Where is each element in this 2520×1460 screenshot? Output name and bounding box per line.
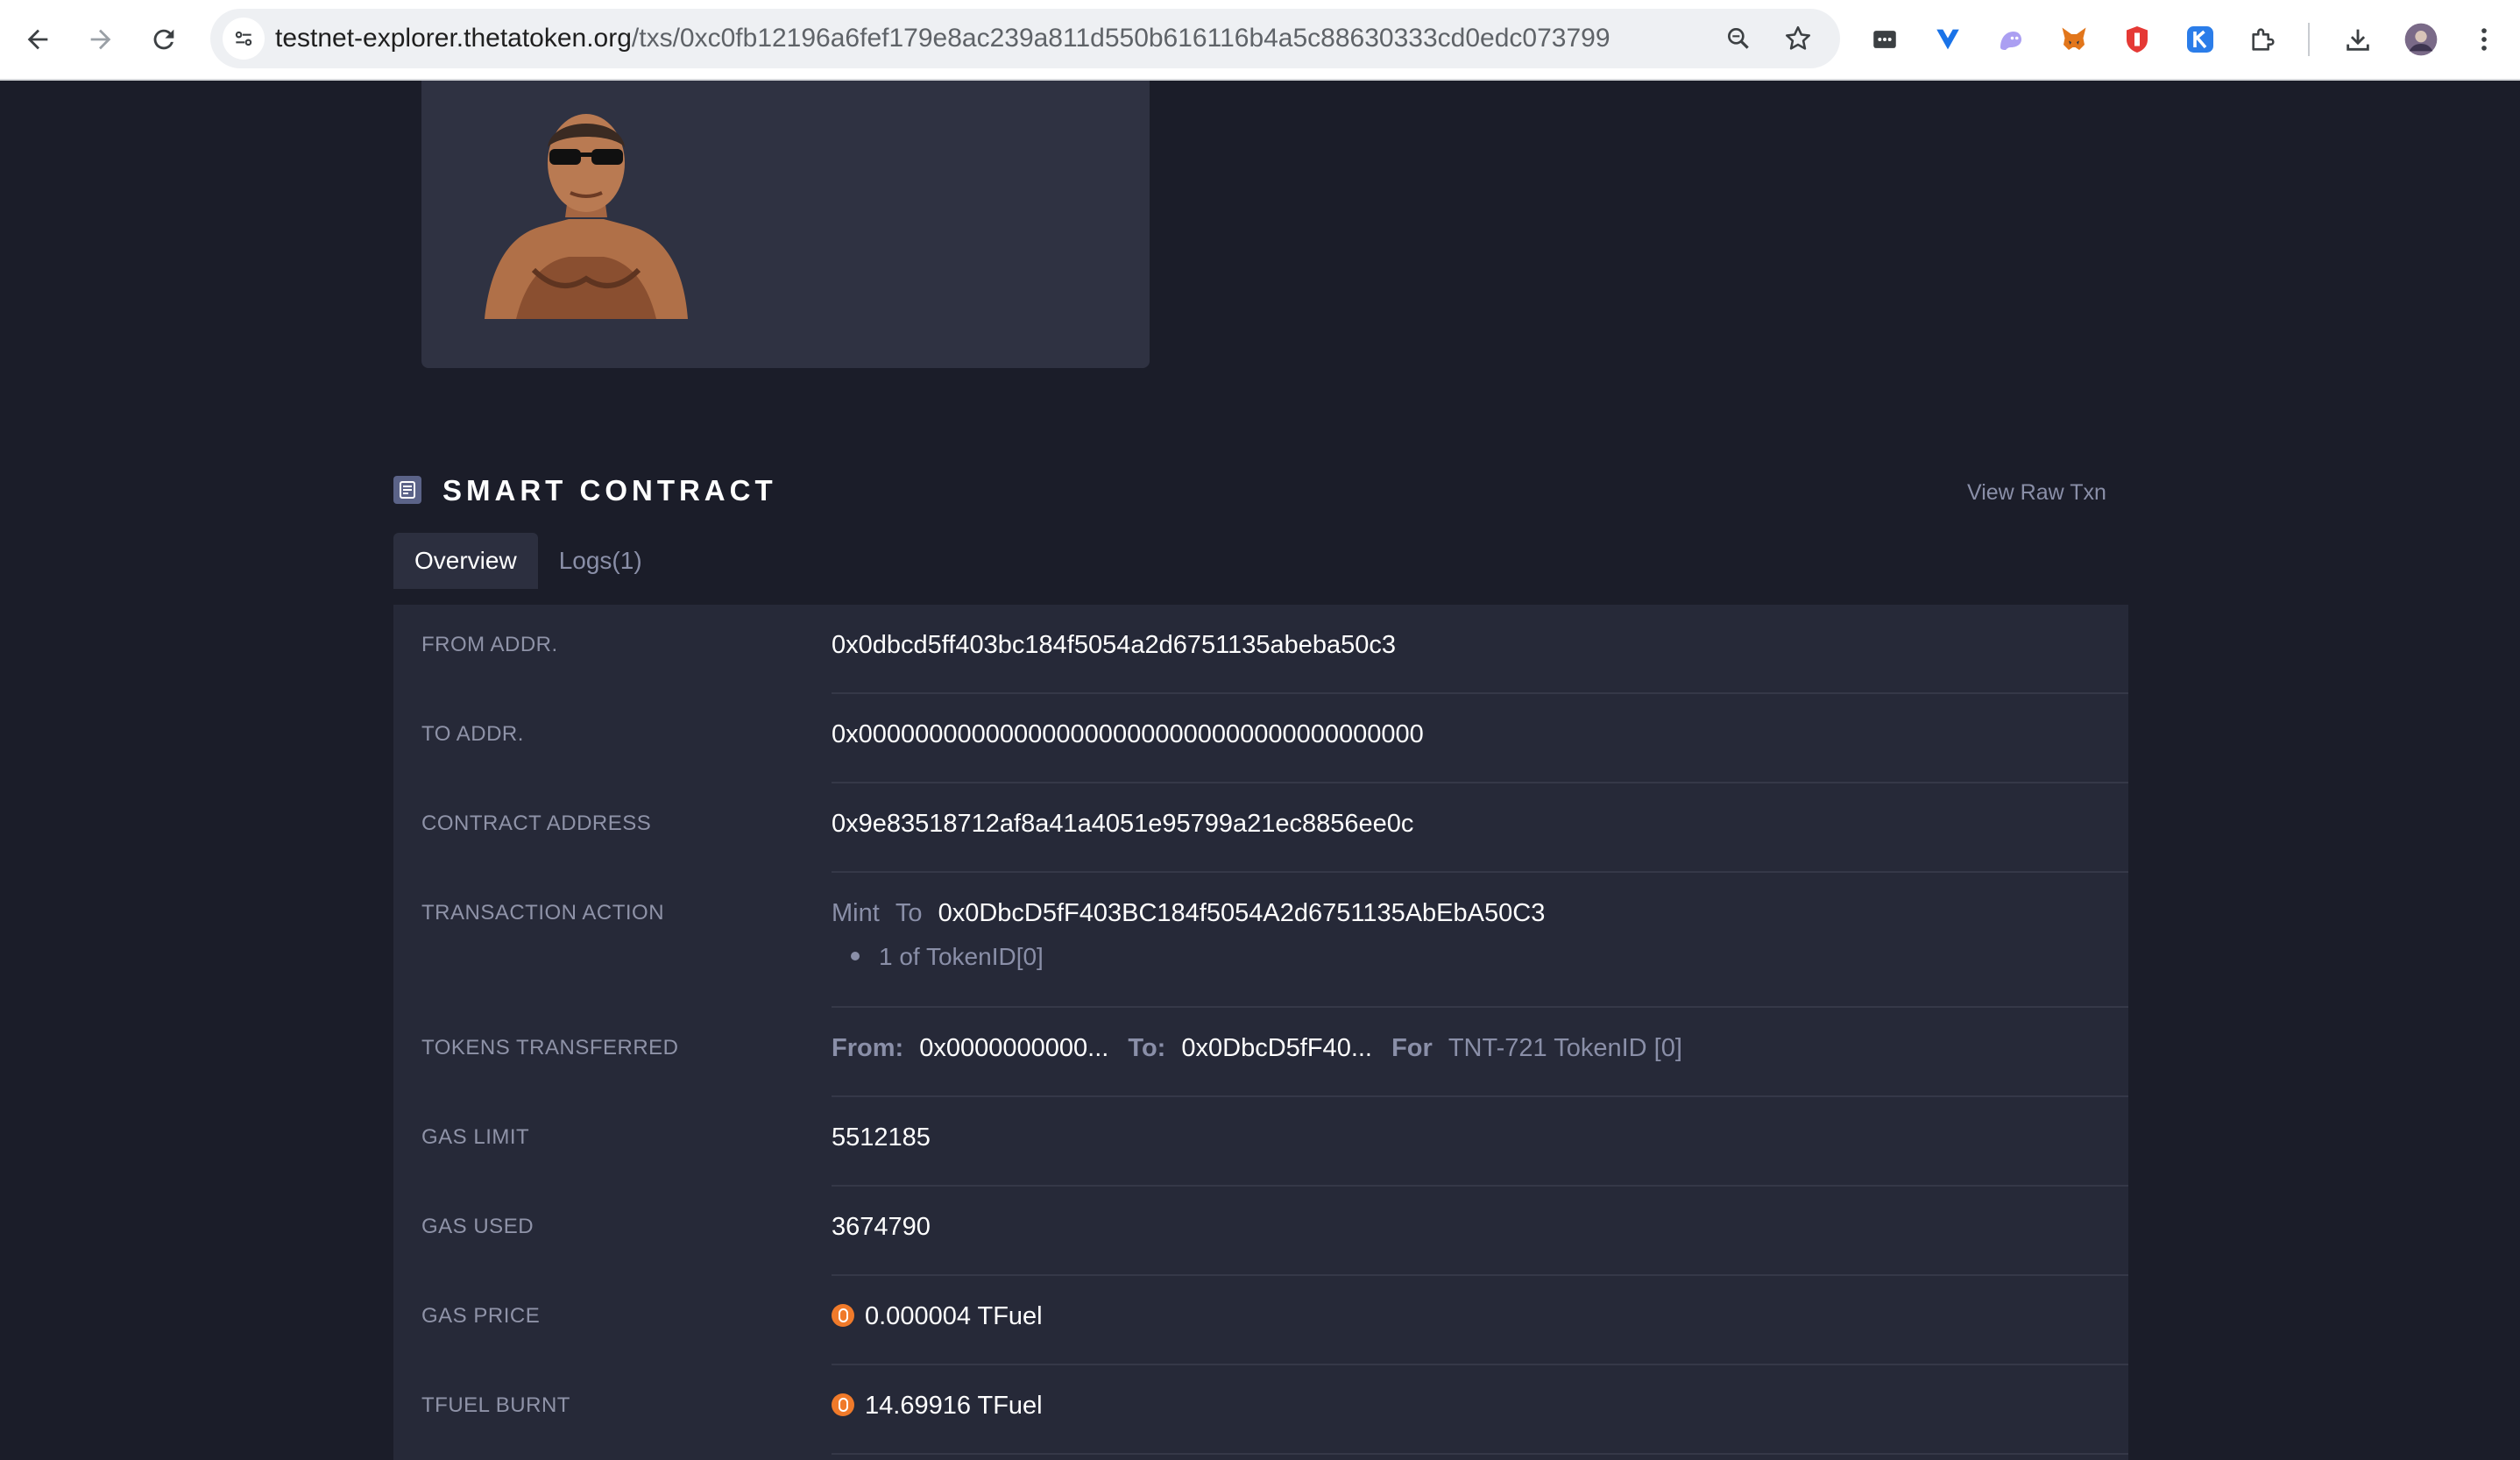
url-text[interactable]: testnet-explorer.thetatoken.org/txs/0xc0… bbox=[275, 9, 1610, 68]
detail-label: CONTRACT ADDRESS bbox=[421, 812, 652, 835]
bookmark-star-icon[interactable] bbox=[1779, 19, 1817, 58]
ghost-extension-icon[interactable] bbox=[1991, 19, 2031, 60]
url-host: testnet-explorer.thetatoken.org bbox=[275, 24, 632, 53]
contract-address-value[interactable]: 0x9e83518712af8a41a4051e95799a21ec8856ee… bbox=[832, 810, 1413, 839]
action-type: Mint bbox=[832, 899, 880, 927]
nft-image[interactable] bbox=[481, 95, 691, 319]
toolbar-separator bbox=[2308, 23, 2310, 56]
tfuel-coin-icon bbox=[832, 1304, 854, 1327]
bullet-dot bbox=[851, 952, 860, 961]
detail-row-gas-used: GAS USED 3674790 bbox=[393, 1187, 2128, 1276]
forward-arrow-icon[interactable] bbox=[77, 16, 124, 63]
gas-price-value: 0.000004 TFuel bbox=[832, 1302, 1043, 1331]
transaction-action-value: Mint To 0x0DbcD5fF403BC184f5054A2d675113… bbox=[832, 899, 1545, 928]
transfer-to-label: To: bbox=[1128, 1034, 1166, 1062]
site-info-icon[interactable] bbox=[223, 18, 265, 60]
reload-icon[interactable] bbox=[140, 16, 188, 63]
tfuel-coin-icon bbox=[832, 1393, 854, 1416]
zoom-icon[interactable] bbox=[1719, 19, 1758, 58]
transfer-from-label: From: bbox=[832, 1034, 904, 1062]
view-raw-txn-link[interactable]: View Raw Txn bbox=[1967, 480, 2106, 506]
section-title: SMART CONTRACT bbox=[442, 474, 777, 507]
detail-label: FROM ADDR. bbox=[421, 633, 558, 656]
address-bar[interactable]: testnet-explorer.thetatoken.org/txs/0xc0… bbox=[210, 9, 1840, 68]
gas-used-value: 3674790 bbox=[832, 1213, 931, 1241]
action-item-line: 1 of TokenID[0] bbox=[832, 943, 1044, 971]
detail-label: GAS LIMIT bbox=[421, 1125, 530, 1149]
detail-label: TFUEL BURNT bbox=[421, 1393, 570, 1417]
tokens-transferred-value: From: 0x0000000000... To: 0x0DbcD5fF40..… bbox=[832, 1034, 1682, 1063]
detail-row-from-addr: FROM ADDR. 0x0dbcd5ff403bc184f5054a2d675… bbox=[393, 605, 2128, 694]
password-manager-icon[interactable] bbox=[1865, 19, 1905, 60]
gas-limit-value: 5512185 bbox=[832, 1123, 931, 1152]
download-icon[interactable] bbox=[2338, 19, 2378, 60]
detail-label: TO ADDR. bbox=[421, 722, 524, 746]
contract-document-icon bbox=[393, 476, 421, 504]
transfer-from-address[interactable]: 0x0000000000... bbox=[919, 1034, 1108, 1062]
k-extension-icon[interactable] bbox=[2180, 19, 2220, 60]
detail-row-gas-price: GAS PRICE 0.000004 TFuel bbox=[393, 1276, 2128, 1365]
puzzle-extensions-icon[interactable] bbox=[2243, 19, 2283, 60]
tab-overview[interactable]: Overview bbox=[393, 533, 538, 589]
detail-label: TRANSACTION ACTION bbox=[421, 901, 665, 925]
action-to-address[interactable]: 0x0DbcD5fF403BC184f5054A2d6751135AbEbA50… bbox=[938, 899, 1546, 927]
tab-logs[interactable]: Logs(1) bbox=[538, 533, 663, 589]
tfuel-burnt-amount: 14.69916 TFuel bbox=[865, 1392, 1043, 1420]
browser-toolbar: testnet-explorer.thetatoken.org/txs/0xc0… bbox=[0, 0, 2520, 81]
detail-label: GAS PRICE bbox=[421, 1304, 541, 1328]
action-item: 1 of TokenID[0] bbox=[879, 943, 1044, 970]
from-address-value[interactable]: 0x0dbcd5ff403bc184f5054a2d6751135abeba50… bbox=[832, 631, 1396, 660]
row-divider bbox=[832, 1453, 2128, 1455]
detail-row-gas-limit: GAS LIMIT 5512185 bbox=[393, 1097, 2128, 1187]
transfer-to-address[interactable]: 0x0DbcD5fF40... bbox=[1181, 1034, 1372, 1062]
detail-row-tokens-transferred: TOKENS TRANSFERRED From: 0x0000000000...… bbox=[393, 1008, 2128, 1097]
more-menu-icon[interactable] bbox=[2464, 19, 2504, 60]
transfer-for-label: For bbox=[1391, 1034, 1433, 1062]
detail-row-tfuel-burnt: TFUEL BURNT 14.69916 TFuel bbox=[393, 1365, 2128, 1455]
detail-row-to-addr: TO ADDR. 0x00000000000000000000000000000… bbox=[393, 694, 2128, 783]
transfer-token-id[interactable]: TNT-721 TokenID [0] bbox=[1448, 1034, 1682, 1062]
detail-row-contract-address: CONTRACT ADDRESS 0x9e83518712af8a41a4051… bbox=[393, 783, 2128, 873]
profile-avatar[interactable] bbox=[2401, 19, 2441, 60]
transaction-details-panel: FROM ADDR. 0x0dbcd5ff403bc184f5054a2d675… bbox=[393, 605, 2128, 1460]
contract-tabs: Overview Logs(1) bbox=[393, 533, 663, 589]
detail-row-transaction-action: TRANSACTION ACTION Mint To 0x0DbcD5fF403… bbox=[393, 873, 2128, 1008]
shield-extension-icon[interactable] bbox=[2117, 19, 2157, 60]
nft-preview-card bbox=[421, 81, 1150, 368]
action-to-word: To bbox=[895, 899, 923, 927]
tfuel-burnt-value: 14.69916 TFuel bbox=[832, 1392, 1043, 1421]
metamask-fox-icon[interactable] bbox=[2054, 19, 2094, 60]
vpn-extension-icon[interactable] bbox=[1928, 19, 1968, 60]
detail-label: GAS USED bbox=[421, 1215, 534, 1238]
back-arrow-icon[interactable] bbox=[14, 16, 61, 63]
url-path: /txs/0xc0fb12196a6fef179e8ac239a811d550b… bbox=[631, 24, 1610, 53]
detail-label: TOKENS TRANSFERRED bbox=[421, 1036, 679, 1060]
gas-price-amount: 0.000004 TFuel bbox=[865, 1302, 1043, 1330]
to-address-value[interactable]: 0x00000000000000000000000000000000000000… bbox=[832, 720, 1424, 749]
